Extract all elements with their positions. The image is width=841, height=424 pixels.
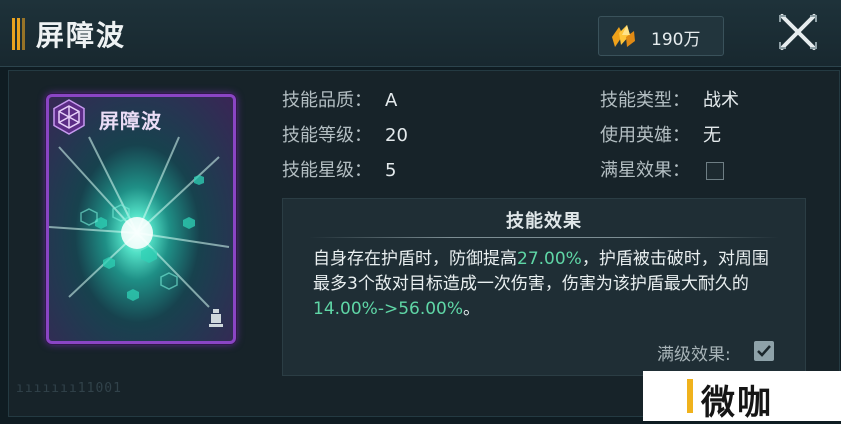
effect-title: 技能效果 — [506, 211, 582, 232]
type-label: 技能类型： — [600, 90, 690, 111]
currency-display: 190万 — [598, 16, 724, 56]
star-value: 5 — [385, 160, 397, 181]
gold-crystal-icon — [612, 25, 635, 47]
currency-value: 190万 — [651, 30, 701, 50]
watermark-accent — [687, 379, 693, 413]
max-star-label: 满星效果： — [600, 160, 690, 181]
hero-label: 使用英雄： — [600, 125, 690, 146]
faint-id-text: ııııııı11001 — [16, 381, 122, 396]
card-title: 屏障波 — [99, 109, 162, 133]
effect-divider — [309, 237, 779, 238]
effect-text-3: 。 — [463, 299, 481, 319]
skill-effect-box: 技能效果 自身存在护盾时，防御提高27.00%，护盾被击破时，对周围最多3个敌对… — [282, 198, 806, 376]
max-level-checkbox[interactable] — [754, 341, 774, 361]
page-title: 屏障波 — [36, 19, 127, 52]
level-label: 技能等级： — [282, 125, 372, 146]
header-bar: 屏障波 190万 — [0, 0, 841, 67]
watermark-text: 微咖 — [701, 383, 773, 423]
quality-label: 技能品质： — [282, 90, 372, 111]
hexagon-badge-icon — [53, 99, 85, 135]
type-value: 战术 — [703, 90, 739, 111]
max-star-checkbox[interactable] — [706, 162, 724, 180]
effect-value-1: 27.00% — [517, 249, 582, 269]
watermark: 微咖 — [643, 371, 841, 423]
level-value: 20 — [385, 125, 408, 146]
effect-text-1: 自身存在护盾时，防御提高 — [313, 249, 517, 269]
hero-figure-icon — [209, 309, 223, 327]
checkmark-icon — [757, 345, 771, 357]
skill-card: 屏障波 — [46, 94, 236, 344]
hero-value: 无 — [703, 125, 721, 146]
effect-value-2: 14.00%->56.00% — [313, 299, 464, 319]
close-x-icon — [779, 14, 817, 50]
title-accent-icon — [12, 18, 26, 50]
max-level-label: 满级效果: — [657, 345, 731, 365]
star-label: 技能星级： — [282, 160, 372, 181]
close-button[interactable] — [760, 6, 834, 58]
effect-description: 自身存在护盾时，防御提高27.00%，护盾被击破时，对周围最多3个敌对目标造成一… — [313, 247, 775, 322]
quality-value: A — [385, 90, 398, 111]
